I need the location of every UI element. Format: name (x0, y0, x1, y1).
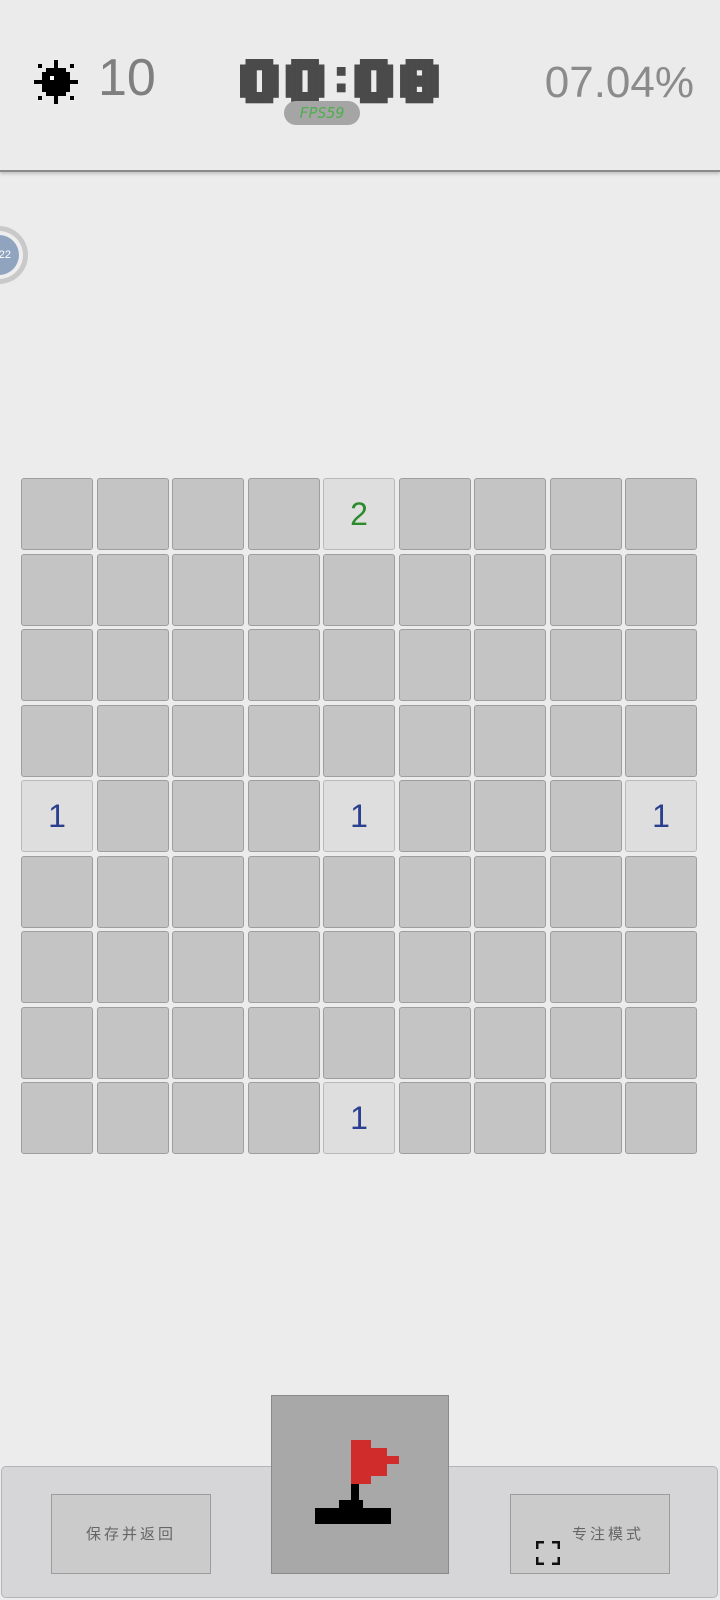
hidden-cell[interactable] (248, 478, 320, 550)
hidden-cell[interactable] (550, 705, 622, 777)
hidden-cell[interactable] (625, 931, 697, 1003)
hidden-cell[interactable] (550, 629, 622, 701)
hidden-cell[interactable] (625, 629, 697, 701)
revealed-cell[interactable]: 1 (323, 1082, 395, 1154)
hidden-cell[interactable] (172, 1007, 244, 1079)
hidden-cell[interactable] (474, 780, 546, 852)
hidden-cell[interactable] (248, 780, 320, 852)
save-and-return-button[interactable]: 保存并返回 (51, 1494, 211, 1574)
hidden-cell[interactable] (399, 554, 471, 626)
focus-mode-button[interactable]: 专注模式 (510, 1494, 670, 1574)
hidden-cell[interactable] (323, 629, 395, 701)
hidden-cell[interactable] (474, 1007, 546, 1079)
hidden-cell[interactable] (172, 478, 244, 550)
mine-counter: 10 (98, 49, 156, 107)
hidden-cell[interactable] (550, 1082, 622, 1154)
hidden-cell[interactable] (21, 931, 93, 1003)
hidden-cell[interactable] (97, 554, 169, 626)
hidden-cell[interactable] (248, 629, 320, 701)
hidden-cell[interactable] (323, 1007, 395, 1079)
hidden-cell[interactable] (323, 705, 395, 777)
hidden-cell[interactable] (248, 705, 320, 777)
hidden-cell[interactable] (474, 856, 546, 928)
focus-mode-label: 专注模式 (571, 1525, 644, 1543)
hidden-cell[interactable] (21, 1007, 93, 1079)
status-header: 10 00:08 FPS59 07.04% (0, 0, 720, 172)
hidden-cell[interactable] (399, 931, 471, 1003)
game-timer: 00:08 (240, 56, 472, 106)
hidden-cell[interactable] (21, 705, 93, 777)
hidden-cell[interactable] (474, 931, 546, 1003)
hidden-cell[interactable] (399, 1007, 471, 1079)
hidden-cell[interactable] (550, 1007, 622, 1079)
hidden-cell[interactable] (474, 478, 546, 550)
hidden-cell[interactable] (248, 856, 320, 928)
hidden-cell[interactable] (248, 931, 320, 1003)
hidden-cell[interactable] (399, 478, 471, 550)
progress-percent: 07.04% (544, 58, 694, 107)
hidden-cell[interactable] (97, 629, 169, 701)
hidden-cell[interactable] (21, 629, 93, 701)
hidden-cell[interactable] (399, 856, 471, 928)
hidden-cell[interactable] (625, 705, 697, 777)
revealed-cell[interactable]: 1 (21, 780, 93, 852)
side-avatar-button[interactable]: 22 (0, 226, 28, 284)
hidden-cell[interactable] (21, 554, 93, 626)
hidden-cell[interactable] (97, 705, 169, 777)
hidden-cell[interactable] (97, 1007, 169, 1079)
hidden-cell[interactable] (550, 931, 622, 1003)
hidden-cell[interactable] (399, 1082, 471, 1154)
hidden-cell[interactable] (399, 629, 471, 701)
timer-digits (240, 59, 439, 104)
hidden-cell[interactable] (550, 554, 622, 626)
hidden-cell[interactable] (172, 705, 244, 777)
hidden-cell[interactable] (625, 478, 697, 550)
hidden-cell[interactable] (248, 1082, 320, 1154)
flag-mode-button[interactable] (271, 1395, 449, 1574)
hidden-cell[interactable] (399, 780, 471, 852)
hidden-cell[interactable] (474, 1082, 546, 1154)
hidden-cell[interactable] (97, 856, 169, 928)
hidden-cell[interactable] (625, 1007, 697, 1079)
hidden-cell[interactable] (97, 931, 169, 1003)
hidden-cell[interactable] (97, 1082, 169, 1154)
hidden-cell[interactable] (97, 478, 169, 550)
hidden-cell[interactable] (21, 856, 93, 928)
hidden-cell[interactable] (172, 554, 244, 626)
minefield-board: 2 1 1 1 1 (21, 478, 700, 1157)
revealed-cell[interactable]: 2 (323, 478, 395, 550)
revealed-cell[interactable]: 1 (625, 780, 697, 852)
hidden-cell[interactable] (474, 705, 546, 777)
mine-icon (34, 60, 78, 104)
hidden-cell[interactable] (474, 554, 546, 626)
hidden-cell[interactable] (172, 780, 244, 852)
hidden-cell[interactable] (625, 856, 697, 928)
avatar: 22 (0, 235, 19, 275)
hidden-cell[interactable] (323, 554, 395, 626)
hidden-cell[interactable] (323, 856, 395, 928)
hidden-cell[interactable] (550, 478, 622, 550)
hidden-cell[interactable] (172, 856, 244, 928)
avatar-ring: 22 (0, 231, 23, 279)
hidden-cell[interactable] (172, 1082, 244, 1154)
hidden-cell[interactable] (172, 931, 244, 1003)
hidden-cell[interactable] (248, 1007, 320, 1079)
hidden-cell[interactable] (399, 705, 471, 777)
fps-badge: FPS59 (284, 101, 360, 125)
hidden-cell[interactable] (625, 1082, 697, 1154)
hidden-cell[interactable] (21, 478, 93, 550)
hidden-cell[interactable] (550, 856, 622, 928)
hidden-cell[interactable] (550, 780, 622, 852)
fullscreen-icon (535, 1521, 561, 1566)
hidden-cell[interactable] (97, 780, 169, 852)
hidden-cell[interactable] (474, 629, 546, 701)
hidden-cell[interactable] (323, 931, 395, 1003)
hidden-cell[interactable] (21, 1082, 93, 1154)
hidden-cell[interactable] (172, 629, 244, 701)
revealed-cell[interactable]: 1 (323, 780, 395, 852)
hidden-cell[interactable] (625, 554, 697, 626)
hidden-cell[interactable] (248, 554, 320, 626)
